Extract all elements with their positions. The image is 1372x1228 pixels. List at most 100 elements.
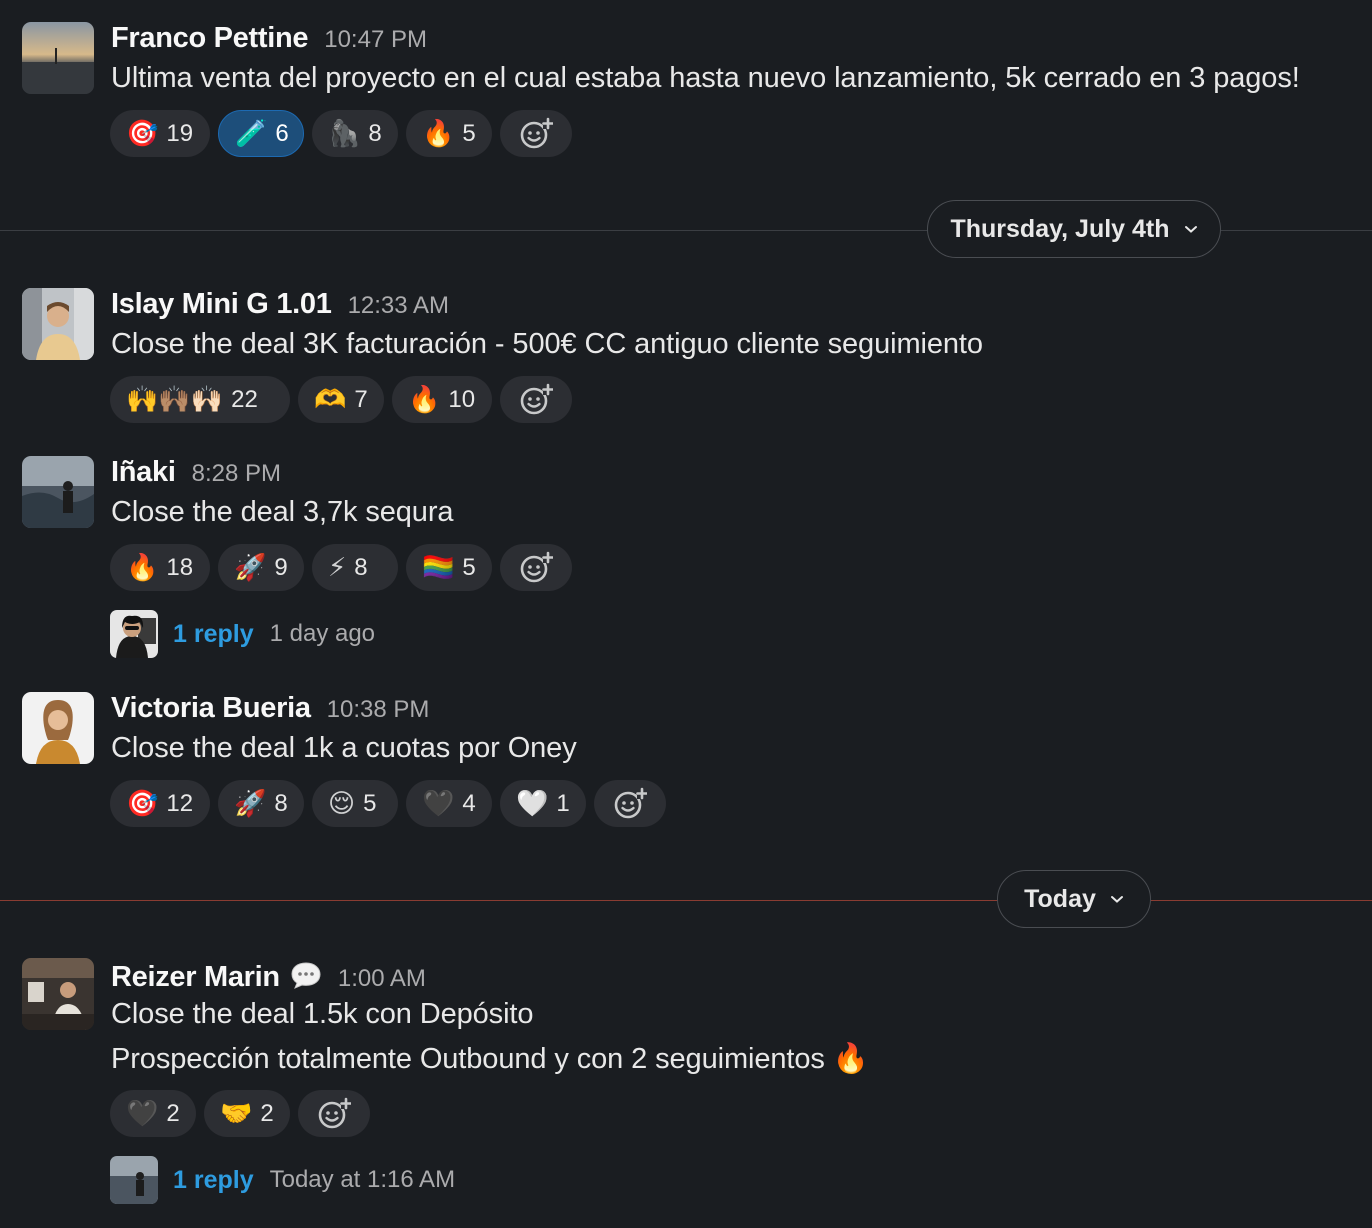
- reaction-count: 5: [462, 119, 476, 147]
- reaction-relieved-face[interactable]: 😌 5: [312, 780, 398, 827]
- add-reaction-button[interactable]: [594, 780, 666, 827]
- gorilla-emoji-icon: 🦍: [328, 118, 361, 149]
- date-divider: Today: [0, 870, 1372, 930]
- reaction-handshake[interactable]: 🤝 2: [204, 1090, 290, 1137]
- fire-emoji-icon: 🔥: [126, 552, 159, 583]
- reaction-count: 1: [556, 789, 570, 817]
- add-emoji-icon: [520, 117, 553, 148]
- black-heart-emoji-icon: 🖤: [126, 1098, 159, 1129]
- reaction-fire[interactable]: 🔥 18: [110, 544, 210, 591]
- avatar[interactable]: [22, 958, 94, 1030]
- fire-emoji-icon: 🔥: [408, 384, 441, 415]
- reaction-count: 4: [462, 789, 476, 817]
- add-reaction-button[interactable]: [500, 376, 572, 423]
- lightning-emoji-icon: ⚡: [328, 552, 347, 583]
- rainbow-flag-emoji-icon: 🏳️‍🌈: [422, 552, 455, 583]
- avatar[interactable]: [22, 22, 94, 94]
- thread-participant-avatar: [110, 1156, 158, 1204]
- add-emoji-icon: [614, 787, 647, 818]
- reaction-count: 5: [363, 789, 377, 817]
- reaction-count: 2: [260, 1099, 274, 1127]
- avatar[interactable]: [22, 692, 94, 764]
- reaction-count: 10: [448, 385, 476, 413]
- message-text: Prospección totalmente Outbound y con 2 …: [111, 1043, 869, 1075]
- timestamp[interactable]: 10:38 PM: [327, 696, 430, 724]
- author-name[interactable]: Reizer Marin: [111, 961, 280, 994]
- author-name[interactable]: Victoria Bueria: [111, 692, 311, 725]
- reaction-heart-hands[interactable]: 🫶 7: [298, 376, 384, 423]
- timestamp[interactable]: 1:00 AM: [338, 965, 426, 993]
- reaction-black-heart[interactable]: 🖤 4: [406, 780, 492, 827]
- fire-emoji-icon: 🔥: [422, 118, 455, 149]
- reaction-raised-hands[interactable]: 🙌🙌🏽🙌🏻 22: [110, 376, 290, 423]
- message-text: Close the deal 1k a cuotas por Oney: [111, 732, 577, 764]
- message-text: Ultima venta del proyecto en el cual est…: [111, 62, 1300, 94]
- reaction-count: 8: [368, 119, 382, 147]
- chevron-down-icon: [1110, 896, 1123, 903]
- avatar[interactable]: [22, 456, 94, 528]
- author-name[interactable]: Iñaki: [111, 456, 176, 489]
- reaction-count: 9: [274, 553, 288, 581]
- reaction-rocket[interactable]: 🚀 9: [218, 544, 304, 591]
- reaction-count: 8: [354, 553, 368, 581]
- rocket-emoji-icon: 🚀: [234, 788, 267, 819]
- thread-participant-avatar: [110, 610, 158, 658]
- chevron-down-icon: [1184, 226, 1197, 233]
- reaction-bar: 🎯 12 🚀 8 😌 5 🖤 4 🤍 1: [110, 780, 666, 827]
- thread-summary[interactable]: 1 reply Today at 1:16 AM: [110, 1156, 455, 1204]
- reaction-target[interactable]: 🎯 19: [110, 110, 210, 157]
- add-emoji-icon: [520, 383, 553, 414]
- reaction-bar: 🖤 2 🤝 2: [110, 1090, 370, 1137]
- reply-count-link[interactable]: 1 reply: [173, 620, 254, 649]
- test-tube-emoji-icon: 🧪: [235, 118, 268, 149]
- author-name[interactable]: Franco Pettine: [111, 22, 309, 55]
- target-emoji-icon: 🎯: [126, 788, 159, 819]
- reaction-white-heart[interactable]: 🤍 1: [500, 780, 586, 827]
- reaction-fire[interactable]: 🔥 5: [406, 110, 492, 157]
- timestamp[interactable]: 8:28 PM: [192, 460, 281, 488]
- date-jump-button[interactable]: Today: [997, 870, 1151, 928]
- add-reaction-button[interactable]: [298, 1090, 370, 1137]
- reaction-lightning[interactable]: ⚡ 8: [312, 544, 398, 591]
- reaction-gorilla[interactable]: 🦍 8: [312, 110, 398, 157]
- reaction-count: 6: [275, 119, 289, 147]
- avatar[interactable]: [22, 288, 94, 360]
- author-name[interactable]: Islay Mini G 1.01: [111, 288, 332, 321]
- reaction-black-heart[interactable]: 🖤 2: [110, 1090, 196, 1137]
- reaction-count: 5: [462, 553, 476, 581]
- relieved-face-emoji-icon: 😌: [328, 788, 356, 819]
- black-heart-emoji-icon: 🖤: [422, 788, 455, 819]
- reaction-test-tube[interactable]: 🧪 6: [218, 110, 304, 157]
- reaction-bar: 🔥 18 🚀 9 ⚡ 8 🏳️‍🌈 5: [110, 544, 572, 591]
- timestamp[interactable]: 12:33 AM: [348, 292, 449, 320]
- reaction-count: 22: [231, 385, 258, 413]
- thread-summary[interactable]: 1 reply 1 day ago: [110, 610, 375, 658]
- date-divider: Thursday, July 4th: [0, 200, 1372, 260]
- add-emoji-icon: [318, 1097, 351, 1128]
- reaction-count: 7: [354, 385, 368, 413]
- reaction-rainbow-flag[interactable]: 🏳️‍🌈 5: [406, 544, 492, 591]
- reply-count-link[interactable]: 1 reply: [173, 1166, 254, 1195]
- add-emoji-icon: [520, 551, 553, 582]
- reaction-count: 8: [274, 789, 288, 817]
- reaction-fire[interactable]: 🔥 10: [392, 376, 492, 423]
- date-jump-button[interactable]: Thursday, July 4th: [927, 200, 1221, 258]
- timestamp[interactable]: 10:47 PM: [324, 26, 427, 54]
- date-label: Today: [1024, 884, 1096, 913]
- target-emoji-icon: 🎯: [126, 118, 159, 149]
- add-reaction-button[interactable]: [500, 110, 572, 157]
- reaction-rocket[interactable]: 🚀 8: [218, 780, 304, 827]
- message-feed: Franco Pettine 10:47 PM Ultima venta del…: [0, 0, 1372, 1228]
- reaction-count: 18: [166, 553, 194, 581]
- reaction-count: 19: [166, 119, 194, 147]
- heart-hands-emoji-icon: 🫶: [314, 384, 347, 415]
- reaction-bar: 🎯 19 🧪 6 🦍 8 🔥 5: [110, 110, 572, 157]
- last-reply-time: 1 day ago: [269, 620, 376, 647]
- reaction-count: 12: [166, 789, 194, 817]
- add-reaction-button[interactable]: [500, 544, 572, 591]
- speech-bubble-status-icon[interactable]: [290, 961, 322, 989]
- white-heart-emoji-icon: 🤍: [516, 788, 549, 819]
- rocket-emoji-icon: 🚀: [234, 552, 267, 583]
- last-reply-time: Today at 1:16 AM: [269, 1166, 456, 1193]
- reaction-target[interactable]: 🎯 12: [110, 780, 210, 827]
